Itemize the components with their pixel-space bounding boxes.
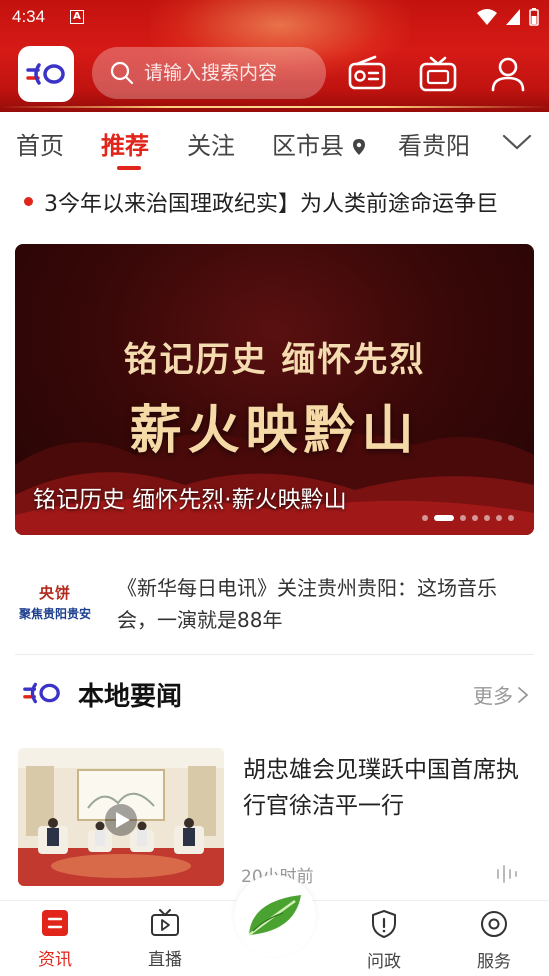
article-image [18, 748, 224, 886]
live-tv-icon [151, 909, 179, 936]
banner-caption: 铭记历史 缅怀先烈·薪火映黔山 [33, 487, 347, 513]
audio-wave-icon[interactable] [495, 864, 519, 884]
wifi-icon [477, 9, 497, 25]
location-pin-icon [352, 139, 365, 155]
news-source-logo: 央饼 聚焦贵阳贵安 [15, 580, 95, 624]
tab-recommend[interactable]: 推荐 [101, 126, 149, 161]
status-bar: 4:34 A [0, 0, 549, 36]
nav-label: 直播 [148, 950, 182, 970]
tv-icon[interactable] [418, 54, 458, 94]
tab-follow[interactable]: 关注 [187, 126, 235, 161]
carousel-dot [422, 515, 428, 521]
carousel-dot [472, 515, 478, 521]
search-box[interactable] [92, 47, 326, 99]
carousel-dot-active [434, 515, 454, 521]
search-input[interactable] [144, 62, 314, 84]
shield-icon [372, 910, 396, 938]
active-tab-indicator [117, 166, 141, 170]
app-header: 4:34 A [0, 0, 549, 112]
bottom-nav: 资讯 直播 问政 服务 [0, 875, 549, 976]
tab-districts-label: 区市县 [272, 132, 344, 160]
notification-icon: A [70, 10, 84, 24]
user-icon[interactable] [488, 54, 528, 94]
status-time: 4:34 [12, 7, 46, 26]
app-logo-icon [26, 63, 65, 85]
chevron-right-icon [518, 686, 529, 703]
news-source-logo-line1: 央饼 [38, 584, 71, 602]
ticker-text: 3今年以来治国理政纪实】为人类前途命运争巨 [44, 192, 498, 217]
carousel-dot [508, 515, 514, 521]
news-source-logo-line2: 聚焦贵阳贵安 [18, 607, 91, 621]
news-icon [42, 910, 68, 936]
section-title: 本地要闻 [78, 682, 183, 712]
carousel-dot [460, 515, 466, 521]
nav-label: 服务 [477, 952, 511, 972]
header-gold-line [0, 106, 549, 108]
nav-item-service[interactable]: 服务 [459, 909, 529, 972]
search-icon [110, 61, 134, 85]
news-ticker[interactable]: 3今年以来治国理政纪实】为人类前途命运争巨 [0, 180, 549, 222]
section-logo-icon [23, 682, 60, 704]
leaf-icon [248, 895, 301, 936]
carousel-dot [484, 515, 490, 521]
divider [15, 654, 534, 655]
nav-item-politics[interactable]: 问政 [349, 909, 419, 972]
nav-item-news[interactable]: 资讯 [20, 909, 90, 970]
signal-icon [506, 9, 520, 25]
battery-icon [529, 8, 539, 26]
section-header: 本地要闻 更多 [0, 668, 549, 718]
article-card[interactable]: 胡忠雄会见璞跃中国首席执行官徐洁平一行 20小时前 [0, 748, 549, 893]
banner-carousel[interactable]: 铭记历史 缅怀先烈 薪火映黔山 铭记历史 缅怀先烈·薪火映黔山 [15, 244, 534, 535]
carousel-dot [496, 515, 502, 521]
banner-headline-1: 铭记历史 缅怀先烈 [123, 340, 426, 380]
nav-item-live[interactable]: 直播 [130, 909, 200, 970]
radio-icon[interactable] [347, 54, 387, 94]
more-label: 更多 [473, 684, 513, 708]
tab-home[interactable]: 首页 [16, 126, 64, 161]
nav-center-button[interactable] [234, 875, 316, 957]
meeting-room-illustration [18, 748, 224, 886]
nav-label: 问政 [367, 952, 401, 972]
nav-label: 资讯 [38, 950, 72, 970]
channel-tabs: 首页 推荐 关注 区市县 看贵阳 [0, 112, 549, 174]
tab-guiyang[interactable]: 看贵阳 [398, 126, 470, 161]
news-title: 《新华每日电讯》关注贵州贵阳：这场音乐会，一演就是88年 [117, 576, 497, 632]
status-icons [477, 8, 539, 26]
tab-districts[interactable]: 区市县 [272, 126, 366, 161]
article-title: 胡忠雄会见璞跃中国首席执行官徐洁平一行 [243, 757, 519, 819]
carousel-dots [422, 515, 514, 521]
ticker-dot [24, 197, 33, 206]
list-item[interactable]: 央饼 聚焦贵阳贵安 《新华每日电讯》关注贵州贵阳：这场音乐会，一演就是88年 [15, 570, 534, 650]
service-icon [481, 911, 507, 937]
app-logo[interactable] [18, 46, 74, 102]
more-link[interactable]: 更多 [473, 680, 529, 709]
chevron-down-icon[interactable] [502, 132, 532, 152]
banner-headline-2: 薪火映黔山 [129, 400, 420, 461]
